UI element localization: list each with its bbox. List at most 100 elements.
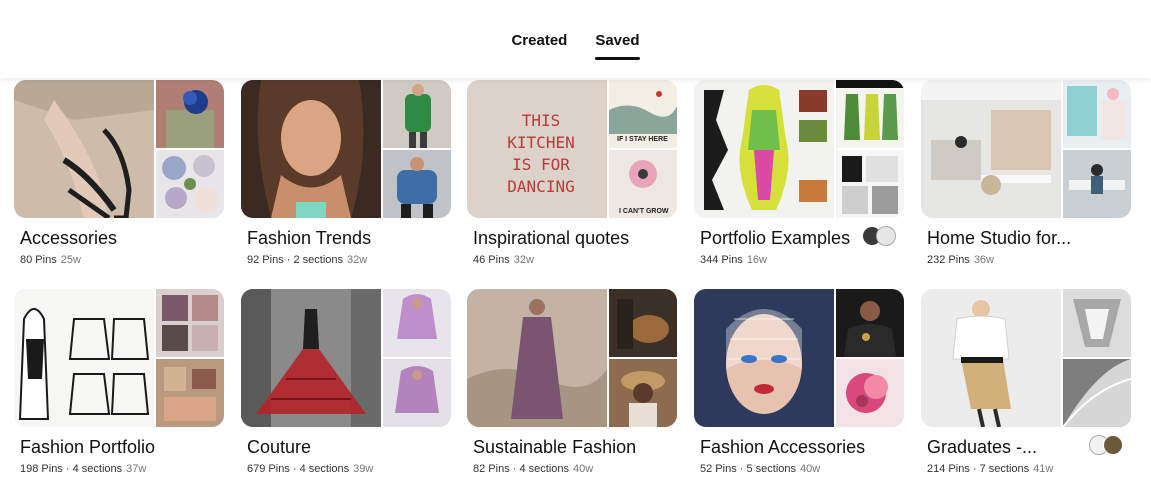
board-title[interactable]: Couture [247, 437, 447, 458]
board-cover-side-image-top [156, 80, 224, 148]
board-cover-main-image [14, 80, 154, 218]
board-card-home-studio[interactable]: Home Studio for... 232 Pins 36w [921, 80, 1131, 266]
board-last-saved: 36w [973, 254, 994, 266]
board-cover-main-image [241, 80, 381, 218]
board-last-saved: 16w [746, 254, 767, 266]
board-pin-count: 214 Pins [927, 463, 970, 475]
board-cover-side-image-top [1063, 289, 1131, 357]
board-meta: 198 Pins · 4 sections 37w [20, 463, 147, 475]
collaborator-avatars[interactable] [862, 226, 896, 246]
board-cover-side-image-bottom [609, 359, 677, 427]
board-cover-side-image-top [836, 80, 904, 148]
board-card-couture[interactable]: Couture 679 Pins · 4 sections 39w [241, 289, 451, 475]
board-last-saved: 32w [347, 254, 368, 266]
board-cover-side-image-top [609, 289, 677, 357]
board-cover-side-image-top: IF I STAY HERE [609, 80, 677, 148]
board-meta: 679 Pins · 4 sections 39w [247, 463, 374, 475]
avatar [1103, 435, 1123, 455]
board-title[interactable]: Sustainable Fashion [473, 437, 673, 458]
board-cover-collage[interactable] [921, 80, 1131, 218]
tab-saved[interactable]: Saved [595, 30, 640, 60]
board-card-accessories[interactable]: Accessories 80 Pins 25w [14, 80, 224, 266]
board-title[interactable]: Fashion Trends [247, 228, 447, 249]
board-meta: 232 Pins 36w [927, 254, 1131, 266]
board-meta: 214 Pins · 7 sections 41w [927, 463, 1054, 475]
board-meta: 344 Pins 16w [700, 254, 904, 266]
board-cover-side-image-top [836, 289, 904, 357]
board-pin-count: 52 Pins [700, 463, 737, 475]
board-card-graduates[interactable]: Graduates -... 214 Pins · 7 sections 41w [921, 289, 1131, 475]
board-section-count: 7 sections [979, 463, 1030, 475]
avatar [876, 226, 896, 246]
board-section-count: 4 sections [72, 463, 123, 475]
side-note-bottom: I CAN'T GROW [619, 208, 669, 215]
board-card-fashion-accessories[interactable]: Fashion Accessories 52 Pins · 5 sections… [694, 289, 904, 475]
board-card-portfolio-examples[interactable]: Portfolio Examples 344 Pins 16w [694, 80, 904, 266]
side-note-top: IF I STAY HERE [617, 136, 668, 143]
board-meta: 80 Pins 25w [20, 254, 224, 266]
board-section-count: 4 sections [519, 463, 570, 475]
tab-bar: Created Saved [0, 30, 1151, 60]
board-cover-side-image-top [156, 289, 224, 357]
board-section-count: 4 sections [299, 463, 350, 475]
board-cover-side-image-bottom [1063, 359, 1131, 427]
board-cover-side-image-bottom [383, 150, 451, 218]
profile-tabs-header: Created Saved [0, 0, 1151, 78]
collaborator-avatars[interactable] [1089, 435, 1123, 455]
board-card-inspirational-quotes[interactable]: THIS KITCHEN IS FOR DANCING IF I STAY HE… [467, 80, 677, 266]
board-cover-collage[interactable] [921, 289, 1131, 427]
board-cover-main-image [694, 289, 834, 427]
board-cover-main-image [14, 289, 154, 427]
board-pin-count: 46 Pins [473, 254, 510, 266]
board-last-saved: 40w [573, 463, 594, 475]
board-title[interactable]: Home Studio for... [927, 228, 1127, 249]
board-pin-count: 82 Pins [473, 463, 510, 475]
board-last-saved: 39w [353, 463, 374, 475]
board-pin-count: 232 Pins [927, 254, 970, 266]
board-pin-count: 92 Pins [247, 254, 284, 266]
board-cover-collage[interactable] [694, 80, 904, 218]
board-cover-collage[interactable] [14, 80, 224, 218]
flower-illustration [629, 160, 657, 188]
board-section-count: 2 sections [293, 254, 344, 266]
board-cover-collage[interactable] [241, 80, 451, 218]
board-cover-side-image-bottom [836, 150, 904, 218]
board-cover-side-image-bottom [156, 150, 224, 218]
board-section-count: 5 sections [746, 463, 797, 475]
board-title[interactable]: Fashion Accessories [700, 437, 900, 458]
board-cover-collage[interactable] [467, 289, 677, 427]
board-last-saved: 41w [1033, 463, 1054, 475]
board-pin-count: 344 Pins [700, 254, 743, 266]
landscape-illustration [609, 80, 677, 134]
board-cover-main-image [694, 80, 834, 218]
board-cover-collage[interactable] [14, 289, 224, 427]
board-cover-collage[interactable]: THIS KITCHEN IS FOR DANCING IF I STAY HE… [467, 80, 677, 218]
board-cover-collage[interactable] [241, 289, 451, 427]
board-cover-side-image-top [383, 80, 451, 148]
board-pin-count: 679 Pins [247, 463, 290, 475]
board-last-saved: 40w [800, 463, 821, 475]
board-card-sustainable-fashion[interactable]: Sustainable Fashion 82 Pins · 4 sections… [467, 289, 677, 475]
board-cover-main-image [467, 289, 607, 427]
board-meta: 92 Pins · 2 sections 32w [247, 254, 368, 266]
board-last-saved: 37w [126, 463, 147, 475]
tab-created[interactable]: Created [511, 30, 567, 51]
board-cover-side-image-bottom [156, 359, 224, 427]
board-cover-main-image: THIS KITCHEN IS FOR DANCING [467, 80, 607, 218]
board-cover-main-image [921, 80, 1061, 218]
board-card-fashion-portfolio[interactable]: Fashion Portfolio 198 Pins · 4 sections 3… [14, 289, 224, 475]
board-cover-main-image [241, 289, 381, 427]
quote-text: THIS KITCHEN IS FOR DANCING [507, 111, 575, 196]
board-title[interactable]: Accessories [20, 228, 220, 249]
board-cover-side-image-bottom: I CAN'T GROW [609, 150, 677, 218]
board-meta: 46 Pins 32w [473, 254, 677, 266]
board-last-saved: 25w [60, 254, 81, 266]
board-title[interactable]: Inspirational quotes [473, 228, 673, 249]
board-last-saved: 32w [513, 254, 534, 266]
board-cover-side-image-bottom [383, 359, 451, 427]
board-cover-side-image-bottom [836, 359, 904, 427]
board-card-fashion-trends[interactable]: Fashion Trends 92 Pins · 2 sections 32w [241, 80, 451, 266]
board-pin-count: 198 Pins [20, 463, 63, 475]
board-cover-collage[interactable] [694, 289, 904, 427]
board-title[interactable]: Fashion Portfolio [20, 437, 220, 458]
